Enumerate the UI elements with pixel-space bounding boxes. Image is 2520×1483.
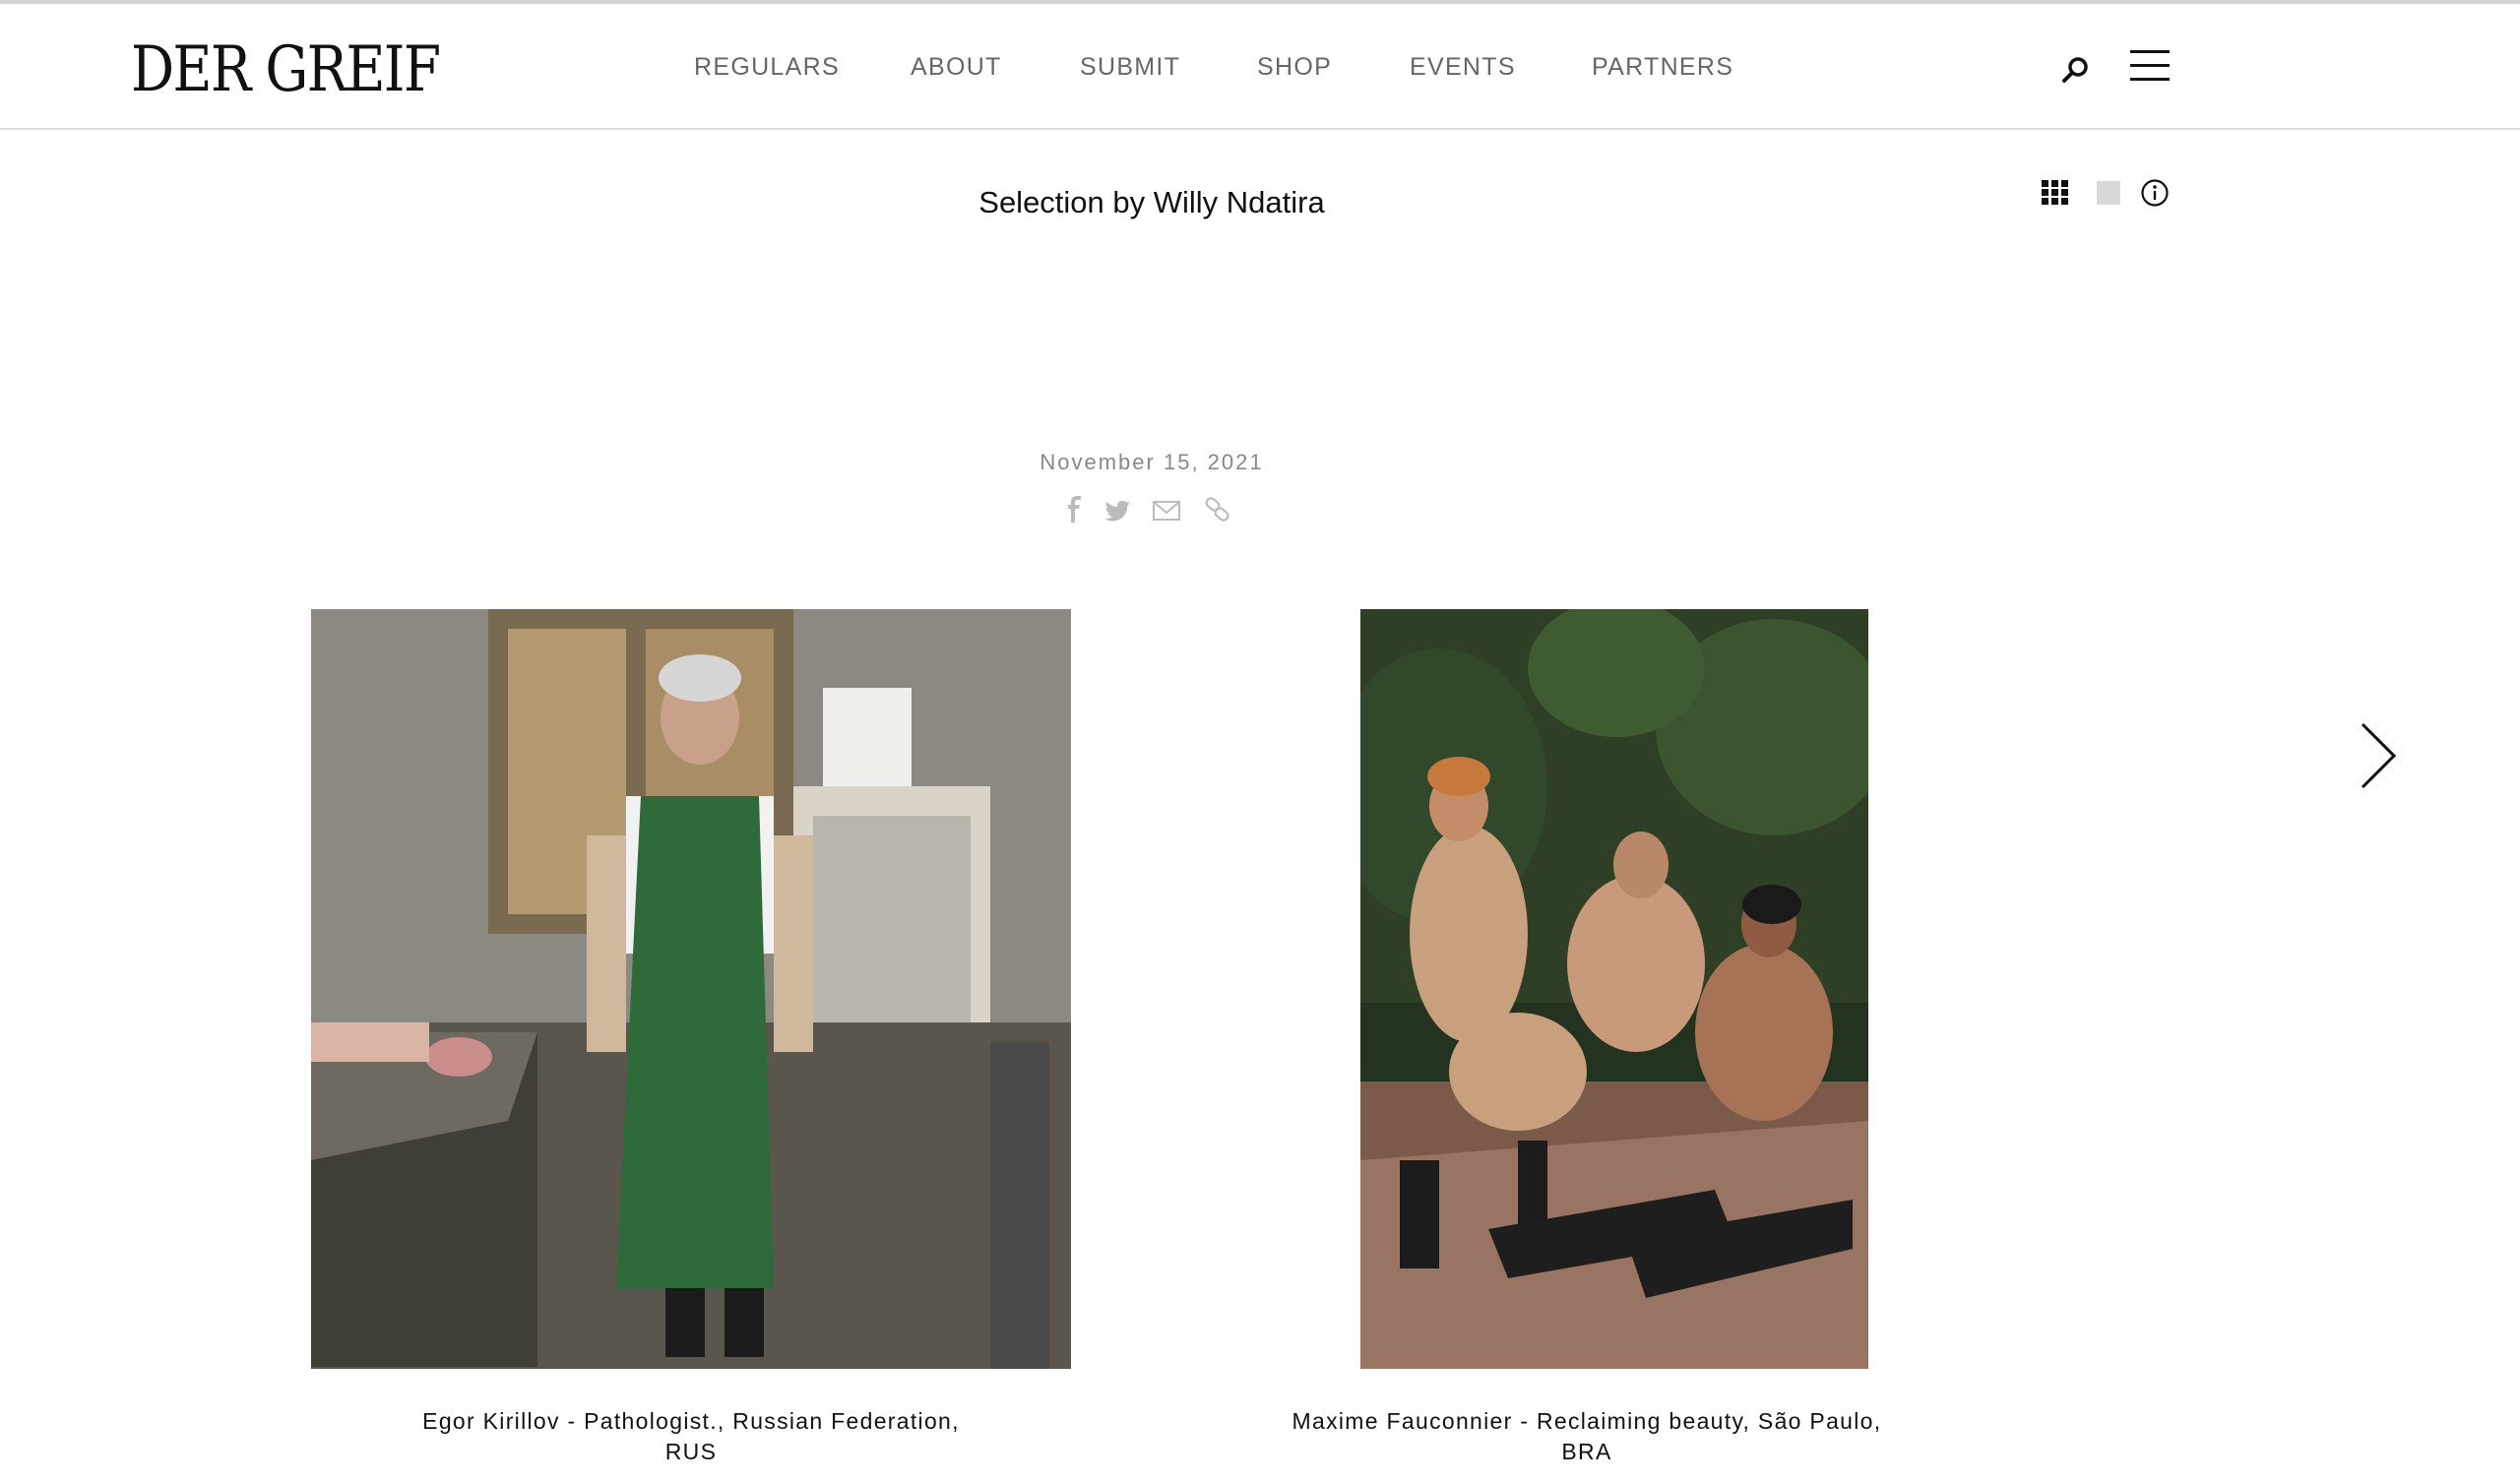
facebook-icon[interactable] (1061, 495, 1089, 525)
single-view-icon[interactable] (2097, 181, 2120, 205)
nav-item-about[interactable]: ABOUT (911, 53, 1002, 82)
site-logo[interactable]: DER GREIF (131, 33, 441, 106)
search-icon[interactable] (2061, 55, 2091, 85)
gallery-caption-2: Maxime Fauconnier - Reclaiming beauty, S… (1232, 1406, 1941, 1467)
page: DER GREIF REGULARS ABOUT SUBMIT SHOP EVE… (0, 0, 2520, 1483)
page-title: Selection by Willy Ndatira (978, 185, 1325, 219)
grid-view-icon[interactable] (2042, 180, 2069, 206)
chevron-right-icon[interactable] (2357, 720, 2400, 791)
gallery-photo-2[interactable] (1360, 609, 1868, 1369)
twitter-icon[interactable] (1104, 495, 1132, 525)
gallery-photo-1[interactable] (311, 609, 1071, 1369)
link-icon[interactable] (1203, 495, 1230, 525)
nav-item-events[interactable]: EVENTS (1410, 53, 1516, 82)
caption-line: Maxime Fauconnier - Reclaiming beauty, S… (1292, 1408, 1882, 1434)
nav-item-partners[interactable]: PARTNERS (1592, 53, 1733, 82)
gallery-caption-1: Egor Kirillov - Pathologist., Russian Fe… (311, 1406, 1071, 1467)
caption-line: RUS (664, 1439, 718, 1464)
nav-item-regulars[interactable]: REGULARS (694, 53, 840, 82)
info-icon[interactable] (2140, 178, 2170, 208)
nav-item-shop[interactable]: SHOP (1257, 53, 1332, 82)
hamburger-menu-icon[interactable] (2130, 47, 2170, 83)
caption-line: Egor Kirillov - Pathologist., Russian Fe… (422, 1408, 960, 1434)
nav-item-submit[interactable]: SUBMIT (1080, 53, 1180, 82)
site-header: DER GREIF REGULARS ABOUT SUBMIT SHOP EVE… (0, 4, 2520, 130)
share-bar (1061, 495, 1238, 526)
caption-line: BRA (1561, 1439, 1612, 1464)
post-date: November 15, 2021 (1040, 450, 1264, 474)
email-icon[interactable] (1152, 495, 1180, 525)
